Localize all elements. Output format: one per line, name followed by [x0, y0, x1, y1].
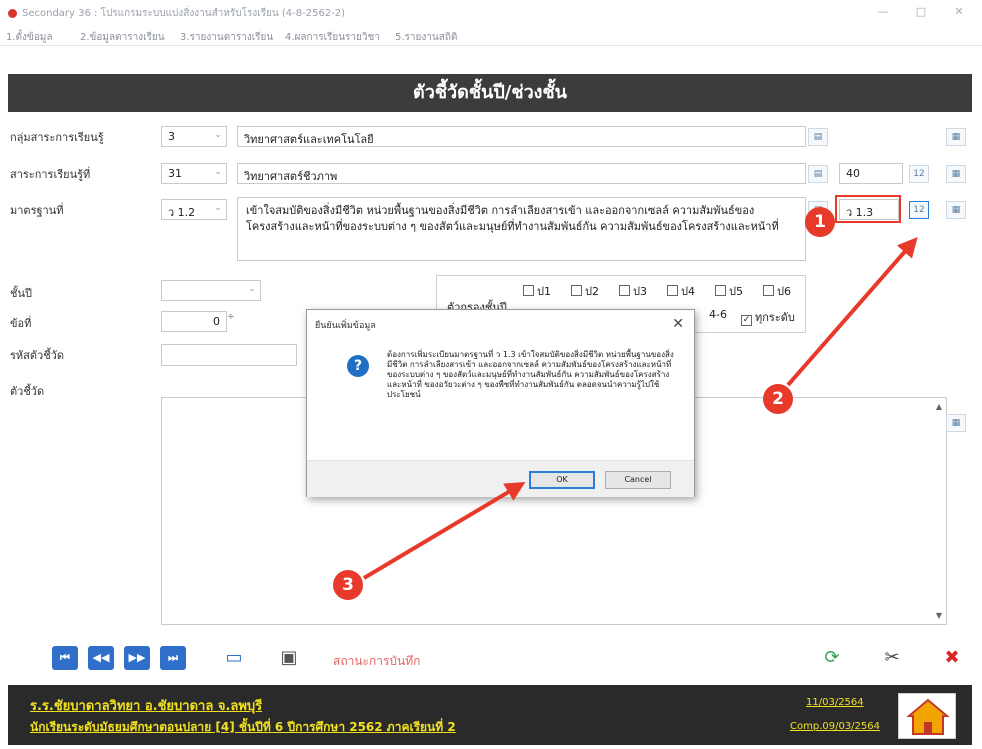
edit-strand-icon[interactable]: ▤ — [808, 165, 828, 183]
standard-label: มาตรฐานที่ — [10, 204, 64, 217]
menu-item-results[interactable]: 4.ผลการเรียนรายวิชา — [285, 30, 380, 45]
grade-checkbox-46[interactable]: 4-6 — [709, 308, 727, 321]
indicator-code-field[interactable] — [161, 344, 297, 366]
standard-text-field[interactable]: เข้าใจสมบัติของสิ่งมีชีวิต หน่วยพื้นฐานข… — [237, 197, 806, 261]
grade-checkbox-p4[interactable]: ป4 — [667, 282, 695, 300]
scroll-up-icon[interactable]: ▲ — [936, 402, 942, 411]
close-icon[interactable]: ✕ — [672, 316, 684, 332]
question-icon: ? — [347, 355, 369, 377]
title-bar: Secondary 36 : โปรแกรมระบบแบ่งสิ่งงานสำห… — [0, 0, 982, 26]
menu-bar: 1.ตั้งข้อมูล 2.ข้อมูลตารางเรียน 3.รายงาน… — [0, 26, 982, 46]
dialog-footer: OK Cancel — [307, 460, 694, 497]
cancel-button[interactable]: Cancel — [605, 471, 671, 489]
annotation-marker-1: 1 — [805, 207, 835, 237]
current-date: 11/03/2564 — [806, 697, 864, 708]
indicator-code-label: รหัสตัวชี้วัด — [10, 349, 64, 362]
scroll-down-icon[interactable]: ▼ — [936, 611, 942, 620]
chevron-down-icon[interactable]: ⌄ — [210, 130, 226, 140]
edit-group-icon[interactable]: ▤ — [808, 128, 828, 146]
stepper-arrows-icon[interactable]: ÷ — [227, 312, 235, 322]
new-record-icon[interactable]: ▭ — [220, 644, 248, 672]
chevron-down-icon[interactable]: ⌄ — [210, 167, 226, 177]
minimize-button[interactable]: — — [868, 3, 898, 21]
grade-checkbox-p6[interactable]: ป6 — [763, 282, 791, 300]
grade-checkbox-p5[interactable]: ป5 — [715, 282, 743, 300]
calendar-indicator-icon[interactable]: ▦ — [946, 414, 966, 432]
calendar-standard-icon[interactable]: ▦ — [946, 201, 966, 219]
grade-checkbox-p1[interactable]: ป1 — [523, 282, 551, 300]
strand-name-field[interactable]: วิทยาศาสตร์ชีวภาพ — [237, 163, 806, 184]
last-record-icon[interactable]: ⏭ — [160, 646, 186, 670]
calendar-strand-icon[interactable]: ▦ — [946, 165, 966, 183]
first-record-icon[interactable]: ⏮ — [52, 646, 78, 670]
home-icon — [906, 698, 950, 735]
grade-label: ชั้นปี — [10, 287, 32, 300]
strand-label: สาระการเรียนรู้ที่ — [10, 168, 91, 181]
annotation-marker-2: 2 — [763, 384, 793, 414]
cut-icon[interactable]: ✂ — [878, 644, 906, 672]
page-title: ตัวชี้วัดชั้นปี/ช่วงชั้น — [8, 74, 972, 112]
strand-count-field[interactable]: 40 — [839, 163, 903, 184]
chevron-down-icon[interactable]: ⌄ — [244, 284, 260, 294]
annotation-marker-3: 3 — [333, 570, 363, 600]
save-icon[interactable]: ▣ — [275, 644, 303, 672]
arrow-2 — [786, 236, 918, 387]
order-stepper[interactable]: 0 — [161, 311, 227, 332]
status-footer: ร.ร.ชัยบาดาลวิทยา อ.ชัยบาดาล จ.ลพบุรี นั… — [8, 685, 972, 745]
grade-checkbox-p3[interactable]: ป3 — [619, 282, 647, 300]
sort-strand-button[interactable]: 12 — [909, 165, 929, 183]
dialog-message: ต้องการเพิ่มระเบียนมาตรฐานที่ ว 1.3 เข้า… — [387, 350, 674, 399]
group-name-field[interactable]: วิทยาศาสตร์และเทคโนโลยี — [237, 126, 806, 147]
maximize-button[interactable]: □ — [906, 3, 936, 21]
group-label: กลุ่มสาระการเรียนรู้ — [10, 131, 104, 144]
close-window-button[interactable]: ✕ — [944, 3, 974, 21]
menu-item-report[interactable]: 3.รายงานตารางเรียน — [180, 30, 273, 45]
next-record-icon[interactable]: ▶▶ — [124, 646, 150, 670]
window-title: Secondary 36 : โปรแกรมระบบแบ่งสิ่งงานสำห… — [22, 8, 346, 19]
ok-button[interactable]: OK — [529, 471, 595, 489]
menu-item-schedule[interactable]: 2.ข้อมูลตารางเรียน — [80, 30, 165, 45]
grade-checkbox-all[interactable]: ✓ ทุกระดับ — [741, 308, 795, 326]
save-status: สถานะการบันทึก — [333, 654, 421, 668]
refresh-icon[interactable]: ⟳ — [818, 644, 846, 672]
menu-item-setup[interactable]: 1.ตั้งข้อมูล — [6, 30, 52, 45]
sort-standard-button[interactable]: 12 — [909, 201, 929, 219]
chevron-down-icon[interactable]: ⌄ — [210, 203, 226, 213]
school-name: ร.ร.ชัยบาดาลวิทยา อ.ชัยบาดาล จ.ลพบุรี — [30, 699, 263, 714]
grade-checkbox-p2[interactable]: ป2 — [571, 282, 599, 300]
dialog-title: ยืนยันเพิ่มข้อมูล — [315, 321, 376, 331]
compile-date: Comp.09/03/2564 — [790, 721, 881, 732]
previous-record-icon[interactable]: ◀◀ — [88, 646, 114, 670]
confirm-dialog: ยืนยันเพิ่มข้อมูล ✕ ? ต้องการเพิ่มระเบีย… — [306, 309, 695, 497]
indicator-label: ตัวชี้วัด — [10, 385, 45, 398]
calendar-group-icon[interactable]: ▦ — [946, 128, 966, 146]
app-icon — [8, 9, 17, 18]
highlight-box — [835, 195, 901, 223]
delete-icon[interactable]: ✖ — [938, 644, 966, 672]
home-button[interactable] — [898, 693, 956, 739]
class-level: นักเรียนระดับมัธยมศึกษาตอนปลาย [4] ชั้นป… — [30, 720, 456, 734]
menu-item-stats[interactable]: 5.รายงานสถิติ — [395, 30, 457, 45]
order-label: ข้อที่ — [10, 317, 32, 330]
